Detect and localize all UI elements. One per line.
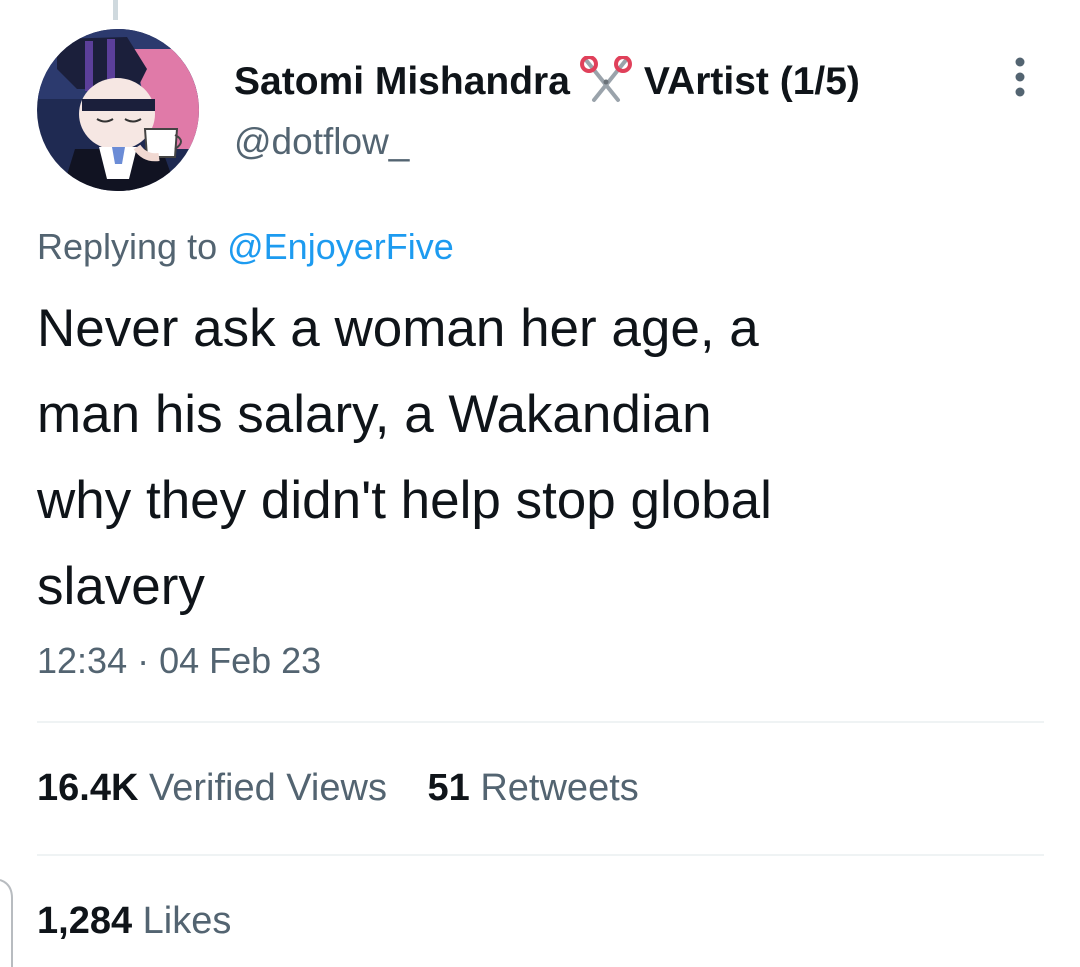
retweets-count: 51 bbox=[427, 767, 470, 809]
author-name-suffix[interactable]: VArtist (1/5) bbox=[644, 60, 860, 104]
tweet-timestamp[interactable]: 12:34 · 04 Feb 23 bbox=[37, 640, 321, 682]
replying-to-prefix: Replying to bbox=[37, 226, 218, 267]
scissors-icon bbox=[578, 55, 634, 108]
tweet-detail-page: Satomi Mishandra VArtist (1/5) @dotflow_… bbox=[0, 0, 1080, 967]
views-label: Verified Views bbox=[148, 767, 387, 809]
likes-count: 1,284 bbox=[37, 900, 133, 942]
tweet-text-line: slavery bbox=[37, 557, 205, 616]
retweets-label: Retweets bbox=[480, 767, 639, 809]
divider bbox=[37, 721, 1044, 723]
tweet-text: Never ask a woman her age, a man his sal… bbox=[37, 286, 1037, 630]
views-stat[interactable]: 16.4K Verified Views bbox=[37, 767, 398, 809]
engagement-stats: 16.4K Verified Views 51 Retweets bbox=[37, 767, 669, 810]
replying-to: Replying to @EnjoyerFive bbox=[37, 226, 454, 268]
avatar-image bbox=[37, 29, 199, 191]
screenshot-edge-artifact bbox=[0, 879, 13, 967]
replying-to-mention-link[interactable]: @EnjoyerFive bbox=[227, 226, 454, 267]
likes-stat[interactable]: 1,284 Likes bbox=[37, 900, 231, 943]
author-name-row[interactable]: Satomi Mishandra VArtist (1/5) bbox=[234, 55, 860, 108]
retweets-stat[interactable]: 51 Retweets bbox=[428, 767, 639, 809]
divider bbox=[37, 854, 1044, 856]
more-options-icon[interactable] bbox=[1010, 56, 1030, 98]
views-count: 16.4K bbox=[37, 767, 139, 809]
author-handle[interactable]: @dotflow_ bbox=[234, 121, 409, 163]
author-display-name[interactable]: Satomi Mishandra bbox=[234, 60, 570, 104]
thread-connector-line bbox=[113, 0, 118, 20]
tweet-text-line: man his salary, a Wakandian bbox=[37, 385, 712, 444]
avatar[interactable] bbox=[37, 29, 199, 191]
tweet-text-line: why they didn't help stop global bbox=[37, 471, 772, 530]
tweet-text-line: Never ask a woman her age, a bbox=[37, 299, 759, 358]
likes-label: Likes bbox=[142, 900, 232, 942]
